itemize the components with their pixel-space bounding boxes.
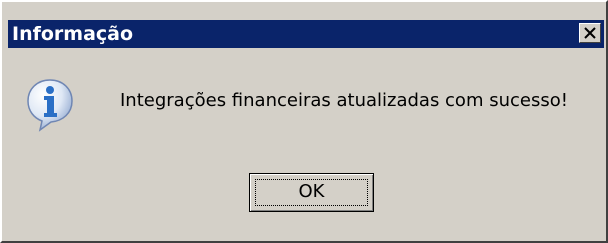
close-button[interactable] — [579, 23, 601, 43]
dialog-title: Informação — [12, 23, 134, 45]
dialog-message: Integrações financeiras atualizadas com … — [120, 90, 568, 111]
close-icon — [584, 27, 596, 39]
ok-button[interactable]: OK — [249, 173, 374, 212]
information-icon — [27, 79, 73, 132]
ok-button-label: OK — [298, 181, 325, 202]
information-dialog: Informação Integrações financeiras atual… — [0, 0, 608, 243]
title-bar[interactable]: Informação — [8, 20, 604, 48]
